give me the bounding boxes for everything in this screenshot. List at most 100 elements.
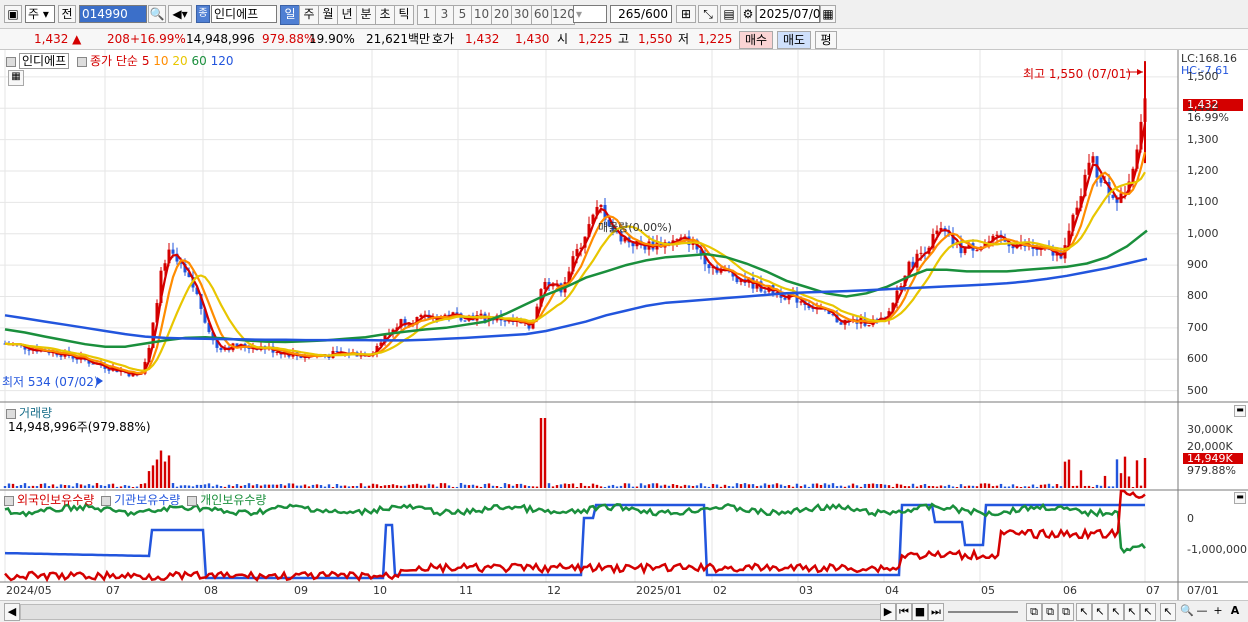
volume-bar: [775, 483, 779, 488]
interval-tab-5[interactable]: 30: [511, 5, 532, 25]
fast-forward-icon[interactable]: ⏭: [928, 603, 944, 621]
volume-bar: [879, 484, 883, 488]
fib-tool-icon[interactable]: ↖: [1140, 603, 1156, 621]
period-tab-2[interactable]: 월: [318, 5, 338, 25]
volume-bar: [1071, 485, 1075, 488]
volume-bar: [1099, 485, 1103, 488]
date-field[interactable]: 2025/07/01: [756, 5, 828, 23]
period-tab-6[interactable]: 틱: [394, 5, 414, 25]
count-field[interactable]: 265/600: [610, 5, 672, 23]
sound-icon[interactable]: ◀▾: [168, 5, 192, 23]
volume-bar: [131, 486, 135, 488]
grid-toggle-icon[interactable]: ▦: [8, 70, 24, 86]
trade-amount: 21,621백만: [366, 32, 431, 46]
period-tab-3[interactable]: 년: [337, 5, 357, 25]
stock-code-input[interactable]: 014990: [79, 5, 147, 23]
volume-bar: [695, 485, 699, 488]
interval-tab-4[interactable]: 20: [491, 5, 512, 25]
trend-tool-icon[interactable]: ↖: [1092, 603, 1108, 621]
interval-tab-6[interactable]: 60: [531, 5, 552, 25]
volume-bar: [1111, 486, 1115, 488]
line-tool-icon[interactable]: ↖: [1108, 603, 1124, 621]
ask-price: 1,432: [465, 32, 500, 46]
panel-icon[interactable]: ⧉: [1058, 603, 1074, 621]
panel-close-icon[interactable]: ▬: [1234, 405, 1246, 417]
period-tab-5[interactable]: 초: [375, 5, 395, 25]
font-size-icon[interactable]: A: [1228, 603, 1242, 619]
volume-bar: [223, 486, 227, 488]
period-tab-0[interactable]: 일: [280, 5, 300, 25]
volume-bar: [47, 486, 51, 488]
volume-bar: [587, 486, 591, 488]
search-icon[interactable]: 🔍: [148, 5, 166, 23]
volume-bar: [675, 484, 679, 488]
volume-bar: [1007, 486, 1011, 488]
interval-dropdown[interactable]: ▾: [573, 5, 607, 23]
rewind-icon[interactable]: ⏮: [896, 603, 912, 621]
volume-bar: [923, 483, 927, 488]
scroll-right-icon[interactable]: ▶: [880, 603, 896, 621]
hoga-label: 호가: [432, 32, 455, 46]
eval-button[interactable]: 평: [815, 31, 837, 49]
volume-bar: [779, 484, 783, 488]
volume-bar: [287, 483, 291, 488]
buy-button[interactable]: 매수: [739, 31, 773, 49]
interval-tab-7[interactable]: 120: [551, 5, 575, 25]
interval-tab-1[interactable]: 3: [435, 5, 454, 25]
chart-type-icon[interactable]: ⊞: [676, 5, 696, 23]
volume-bar: [903, 486, 907, 488]
panel-close-icon[interactable]: ▬: [1234, 492, 1246, 504]
volume-bar: [715, 484, 719, 488]
save-icon[interactable]: ▤: [720, 5, 738, 23]
volume-bar: [143, 483, 147, 488]
scroll-track[interactable]: [20, 604, 882, 620]
zoom-search-icon[interactable]: 🔍: [1180, 603, 1194, 619]
zoom-out-icon[interactable]: —: [1196, 603, 1208, 619]
x-tick: 02: [713, 584, 727, 597]
gear-icon[interactable]: ⚙: [740, 5, 756, 23]
period-tab-1[interactable]: 주: [299, 5, 319, 25]
volume-bar: [551, 486, 555, 488]
volume-bar: [459, 483, 463, 488]
interval-tab-3[interactable]: 10: [471, 5, 492, 25]
zoom-in-icon[interactable]: +: [1212, 603, 1224, 619]
x-tick: 04: [885, 584, 899, 597]
speed-slider[interactable]: [948, 611, 1018, 613]
calendar-icon[interactable]: ▦: [820, 5, 836, 23]
legend-box-icon: [77, 56, 87, 67]
interval-tab-2[interactable]: 5: [453, 5, 472, 25]
stop-icon[interactable]: ■: [912, 603, 928, 621]
volume-bar: [1143, 458, 1147, 488]
sell-button[interactable]: 매도: [777, 31, 811, 49]
layout-icon[interactable]: ⧉: [1026, 603, 1042, 621]
main-toolbar: ▣ 주 ▾ 전 014990 🔍 ◀▾ 종 인디에프 일주월년분초틱 1 3 5 10…: [0, 0, 1248, 29]
stock-name-field[interactable]: 인디에프: [211, 5, 277, 23]
draw-tool-icon[interactable]: ↖: [1076, 603, 1092, 621]
stock-chart-svg[interactable]: [0, 50, 1248, 601]
prev-button[interactable]: 전: [58, 5, 76, 23]
scroll-left-icon[interactable]: ◀: [4, 603, 20, 621]
x-tick: 10: [373, 584, 387, 597]
window-icon[interactable]: ▣: [4, 5, 22, 23]
volume-bar: [535, 486, 539, 488]
market-type-select[interactable]: 주 ▾: [25, 5, 55, 23]
zoom-icon[interactable]: ⤡: [698, 5, 718, 23]
volume-bar: [495, 486, 499, 488]
volume-bar: [827, 484, 831, 488]
bid-price: 1,430: [515, 32, 550, 46]
volume-bar: [867, 483, 871, 488]
chart-area[interactable]: 인디에프 종가 단순 5 10 20 60 120 ▦ 최고 1,550 (07…: [0, 50, 1248, 621]
period-tab-4[interactable]: 분: [356, 5, 376, 25]
volume-bar: [491, 485, 495, 488]
candle-body: [59, 355, 63, 357]
channel-tool-icon[interactable]: ↖: [1124, 603, 1140, 621]
split-icon[interactable]: ⧉: [1042, 603, 1058, 621]
interval-tab-0[interactable]: 1: [417, 5, 436, 25]
volume-bar: [483, 483, 487, 488]
volume-bar: [891, 486, 895, 488]
volume-bar: [339, 485, 343, 488]
volume-bar: [839, 485, 843, 488]
volume-bar: [7, 483, 11, 488]
volume-bar: [295, 485, 299, 488]
text-tool-icon[interactable]: ↖: [1160, 603, 1176, 621]
